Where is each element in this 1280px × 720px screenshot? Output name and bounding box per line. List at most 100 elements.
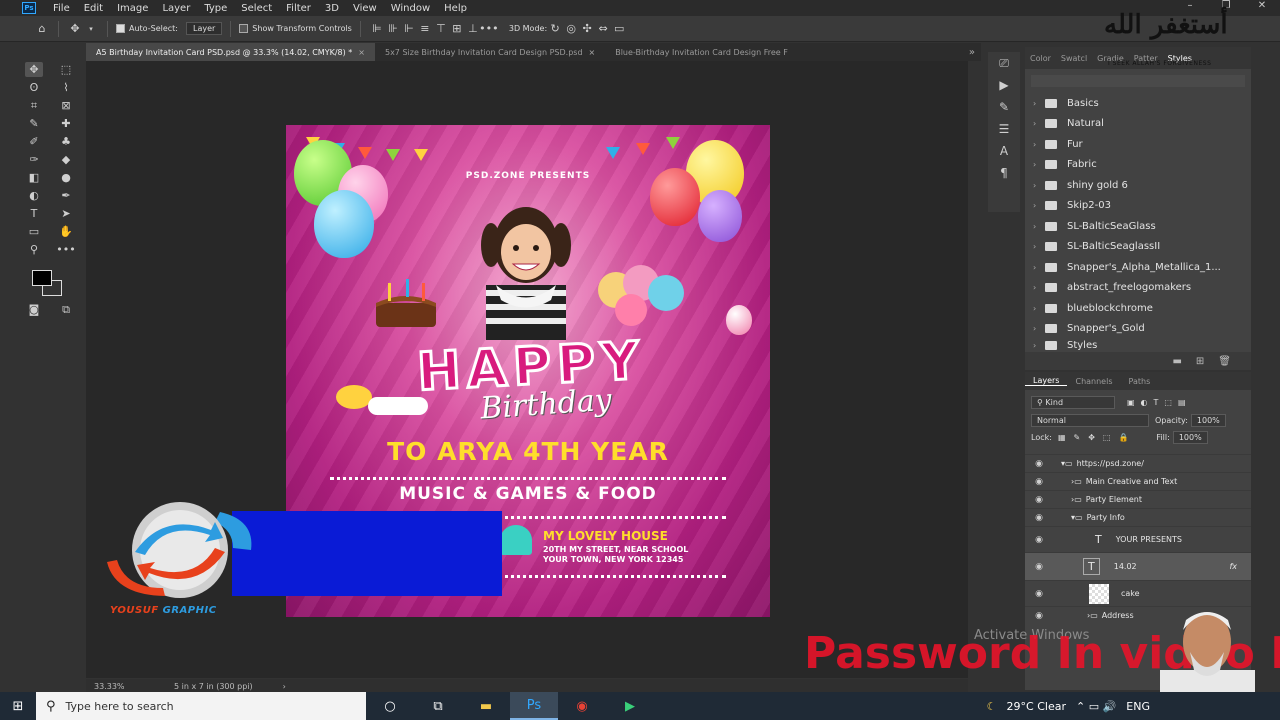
menu-layer[interactable]: Layer [155, 3, 197, 14]
3d-camera-icon[interactable]: ▭ [611, 21, 627, 37]
quick-mask-icon[interactable]: ◙ [25, 302, 43, 317]
3d-pan-icon[interactable]: ✣ [579, 21, 595, 37]
quick-select-tool-icon[interactable]: ⌇ [57, 80, 75, 95]
adjustments-icon[interactable]: ☰ [988, 118, 1020, 140]
file-explorer-icon[interactable]: ▬ [462, 692, 510, 720]
align-middle-icon[interactable]: ⊞ [449, 21, 465, 37]
style-group[interactable]: › abstract_freelogomakers [1025, 278, 1251, 299]
taskbar-search-input[interactable]: ⚲ Type here to search [36, 692, 366, 720]
tab-color[interactable]: Color [1025, 54, 1056, 63]
type-tool-icon[interactable]: T [25, 206, 43, 221]
style-group[interactable]: › Styles [1025, 339, 1251, 351]
eye-icon[interactable]: ◉ [1025, 495, 1053, 505]
path-select-tool-icon[interactable]: ➤ [57, 206, 75, 221]
screen-mode-icon[interactable]: ⧉ [57, 302, 75, 317]
eye-icon[interactable]: ◉ [1025, 562, 1053, 572]
eye-icon[interactable]: ◉ [1025, 459, 1053, 469]
eye-icon[interactable]: ◉ [1025, 513, 1053, 523]
style-group[interactable]: › blueblockchrome [1025, 298, 1251, 319]
tab-a5-birthday[interactable]: A5 Birthday Invitation Card PSD.psd @ 33… [86, 43, 375, 61]
opacity-field[interactable]: 100% [1190, 414, 1226, 427]
chevron-right-icon[interactable]: › [1033, 324, 1045, 333]
layer-row-selected[interactable]: ◉ T 14.02 fx [1025, 552, 1251, 580]
rectangle-tool-icon[interactable]: ▭ [25, 224, 43, 239]
history-icon[interactable]: ⎚ [988, 52, 1020, 74]
blend-mode-dropdown[interactable]: Normal [1031, 414, 1149, 427]
character-icon[interactable]: A [988, 140, 1020, 162]
tab-layers[interactable]: Layers [1025, 376, 1068, 386]
eye-icon[interactable]: ◉ [1025, 589, 1053, 599]
align-left-icon[interactable]: ⊫ [369, 21, 385, 37]
brush-tool-icon[interactable]: ✐ [25, 134, 43, 149]
blur-tool-icon[interactable]: ● [57, 170, 75, 185]
align-top-icon[interactable]: ⊤ [433, 21, 449, 37]
menu-file[interactable]: File [46, 3, 77, 14]
3d-roll-icon[interactable]: ◎ [563, 21, 579, 37]
cortana-icon[interactable]: ○ [366, 692, 414, 720]
status-arrow-icon[interactable]: › [283, 682, 286, 691]
new-style-icon[interactable]: ⊞ [1196, 356, 1204, 367]
pen-tool-icon[interactable]: ✒ [57, 188, 75, 203]
styles-search-field[interactable] [1031, 75, 1245, 87]
chevron-right-icon[interactable]: › [1033, 119, 1045, 128]
close-icon[interactable]: ✕ [1244, 0, 1280, 16]
style-group[interactable]: › Fur [1025, 134, 1251, 155]
chevron-right-icon[interactable]: › [1033, 160, 1045, 169]
menu-view[interactable]: View [346, 3, 384, 14]
dodge-tool-icon[interactable]: ◐ [25, 188, 43, 203]
new-group-icon[interactable]: ▬ [1172, 356, 1181, 367]
photoshop-taskbar-icon[interactable]: Ps [510, 692, 558, 720]
style-group[interactable]: › Natural [1025, 114, 1251, 135]
lasso-tool-icon[interactable]: ʘ [25, 80, 43, 95]
chevron-right-icon[interactable]: › [1033, 263, 1045, 272]
weather-icon[interactable]: ☾ [987, 700, 997, 713]
menu-type[interactable]: Type [197, 3, 234, 14]
gradient-tool-icon[interactable]: ◧ [25, 170, 43, 185]
layer-row[interactable]: ◉ ›▭ Main Creative and Text [1025, 472, 1251, 490]
style-group[interactable]: › Basics [1025, 93, 1251, 114]
tab-swatches[interactable]: Swatcl [1056, 54, 1092, 63]
show-transform-checkbox[interactable] [239, 24, 249, 33]
crop-tool-icon[interactable]: ⌗ [25, 98, 43, 113]
frame-tool-icon[interactable]: ⊠ [57, 98, 75, 113]
weather-text[interactable]: 29°C Clear [1007, 700, 1066, 713]
move-tool-icon[interactable]: ✥ [25, 62, 43, 77]
3d-slide-icon[interactable]: ⇔ [595, 21, 611, 37]
align-right-icon[interactable]: ⊩ [401, 21, 417, 37]
chevron-right-icon[interactable]: › [1033, 222, 1045, 231]
chevron-right-icon[interactable]: › [1033, 304, 1045, 313]
menu-help[interactable]: Help [437, 3, 474, 14]
chevron-right-icon[interactable]: › [1033, 99, 1045, 108]
chevron-right-icon[interactable]: › [1033, 181, 1045, 190]
style-group[interactable]: › SL-BalticSeaglassII [1025, 237, 1251, 258]
tray-icons[interactable]: ⌃ ▭ 🔊 [1076, 700, 1116, 713]
filter-type-icons[interactable]: ▣◐T⬚▤ [1127, 398, 1192, 407]
style-group[interactable]: › Fabric [1025, 155, 1251, 176]
layer-row[interactable]: ◉ ▾▭ https://psd.zone/ [1025, 454, 1251, 472]
eye-icon[interactable]: ◉ [1025, 611, 1053, 621]
menu-filter[interactable]: Filter [279, 3, 318, 14]
3d-orbit-icon[interactable]: ↻ [547, 21, 563, 37]
auto-select-dropdown[interactable]: Layer [185, 22, 223, 35]
eraser-tool-icon[interactable]: ◆ [57, 152, 75, 167]
zoom-level[interactable]: 33.33% [94, 682, 174, 691]
brush-settings-icon[interactable]: ✎ [988, 96, 1020, 118]
auto-select-checkbox[interactable] [116, 24, 125, 33]
chevron-right-icon[interactable]: › [1033, 242, 1045, 251]
eyedropper-tool-icon[interactable]: ✎ [25, 116, 43, 131]
tab-5x7-birthday[interactable]: 5x7 Size Birthday Invitation Card Design… [375, 43, 605, 61]
windows-start-icon[interactable]: ⊞ [0, 699, 36, 714]
move-tool-icon[interactable]: ✥ [67, 21, 83, 37]
layer-row[interactable]: ◉ ›▭ Party Element [1025, 490, 1251, 508]
home-icon[interactable]: ⌂ [34, 21, 50, 37]
close-icon[interactable]: × [358, 48, 365, 57]
foreground-color-swatch[interactable] [32, 270, 52, 286]
history-brush-icon[interactable]: ✑ [25, 152, 43, 167]
menu-edit[interactable]: Edit [77, 3, 110, 14]
chevron-right-icon[interactable]: › [1033, 201, 1045, 210]
play-actions-icon[interactable]: ▶ [988, 74, 1020, 96]
lock-icons[interactable]: ▦✎✥⬚🔒 [1058, 433, 1136, 442]
stamp-tool-icon[interactable]: ♣ [57, 134, 75, 149]
language-indicator[interactable]: ENG [1126, 700, 1150, 713]
eye-icon[interactable]: ◉ [1025, 477, 1053, 487]
